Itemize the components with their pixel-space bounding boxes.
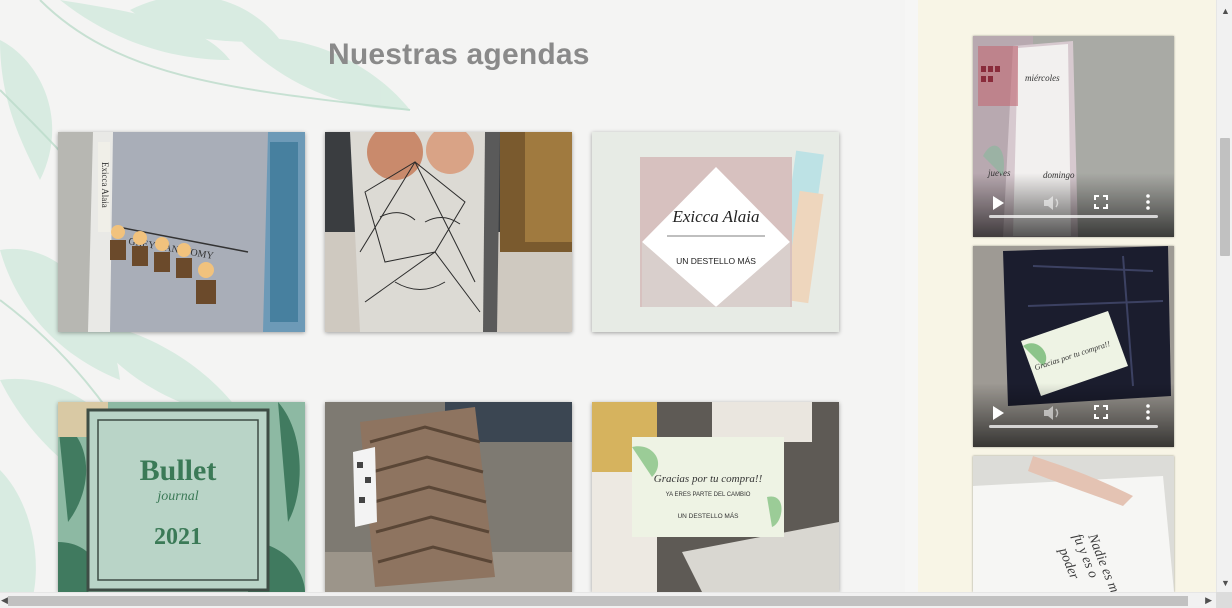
scroll-down-icon[interactable]: ▼ (1221, 578, 1230, 588)
sidebar-videos: miércoles jueves domingo Gracias por tu … (918, 0, 1216, 592)
gallery-tile-greys-anatomy[interactable]: GREY'S ANATOMY Exicca Alaia (58, 132, 305, 332)
horizontal-scroll-thumb[interactable] (8, 596, 1188, 606)
video-progress-bar[interactable] (989, 215, 1158, 218)
video-controls (973, 173, 1174, 237)
logo-tagline-text: UN DESTELLO MÁS (676, 256, 756, 266)
card-thanks-text: Gracias por tu compra!! (654, 473, 763, 485)
play-icon[interactable] (990, 405, 1006, 421)
gallery-tile-bullet-journal[interactable]: Bullet journal 2021 (58, 402, 305, 592)
bullet-journal-title: Bullet (140, 454, 217, 487)
content-gutter (905, 0, 918, 592)
vertical-scroll-thumb[interactable] (1220, 138, 1230, 256)
gallery-tile-thank-you-card[interactable]: Gracias por tu compra!! YA ERES PARTE DE… (592, 402, 839, 592)
card-sub-text: YA ERES PARTE DEL CAMBIO (666, 492, 751, 498)
card-brand-text: UN DESTELLO MÁS (677, 511, 739, 520)
vertical-scrollbar[interactable]: ▲ ▼ (1216, 0, 1232, 592)
fullscreen-icon[interactable] (1094, 195, 1108, 209)
gallery-tile-chevron-wood[interactable] (325, 402, 572, 592)
main-content: Nuestras agendas GREY'S ANATOMY Exicca A… (0, 0, 905, 592)
play-icon[interactable] (990, 195, 1006, 211)
page-title: Nuestras agendas (328, 38, 590, 71)
horizontal-scrollbar[interactable]: ◀ ▶ (0, 592, 1216, 608)
scroll-up-icon[interactable]: ▲ (1221, 6, 1230, 16)
more-vertical-icon[interactable] (1141, 193, 1155, 211)
gallery-tile-face-sketch[interactable] (325, 132, 572, 332)
scroll-right-icon[interactable]: ▶ (1205, 595, 1212, 606)
volume-icon[interactable] (1043, 405, 1061, 421)
volume-icon[interactable] (1043, 195, 1061, 211)
video-page-label-1: miércoles (1025, 73, 1060, 83)
video-player-planner-pages[interactable]: miércoles jueves domingo (973, 36, 1174, 237)
gallery-tile-brand-logo[interactable]: Exicca Alaia UN DESTELLO MÁS (592, 132, 839, 332)
video-player-notebook-page[interactable]: Nadie es mi fu y es o poder (973, 456, 1174, 592)
fullscreen-icon[interactable] (1094, 405, 1108, 419)
scroll-left-icon[interactable]: ◀ (1, 595, 8, 606)
logo-script-text: Exicca Alaia (671, 207, 759, 226)
video-controls (973, 383, 1174, 447)
bullet-journal-subtitle: journal (155, 489, 198, 504)
video-progress-bar[interactable] (989, 425, 1158, 428)
bullet-journal-year: 2021 (154, 524, 202, 550)
scrollbar-corner (1216, 592, 1232, 608)
tile-brand-text: Exicca Alaia (100, 162, 110, 208)
more-vertical-icon[interactable] (1141, 403, 1155, 421)
video-player-thank-you-card[interactable]: Gracias por tu compra!! (973, 246, 1174, 447)
